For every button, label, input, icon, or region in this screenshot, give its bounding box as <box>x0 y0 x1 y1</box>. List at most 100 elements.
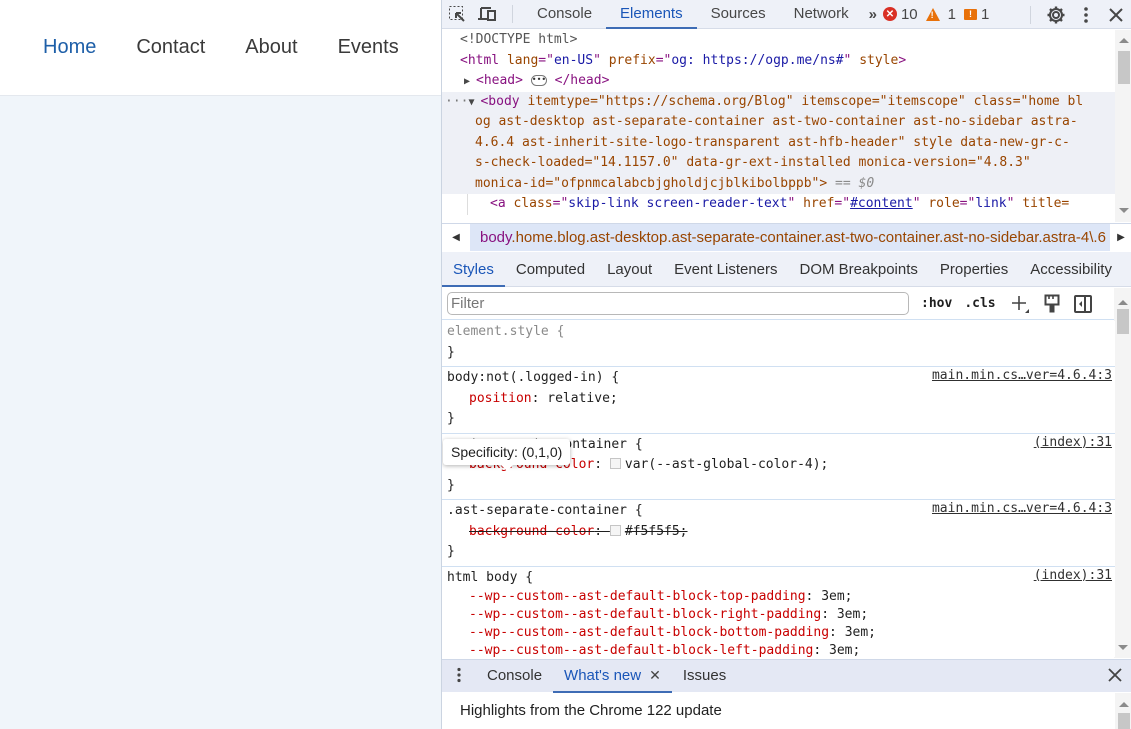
style-rule[interactable]: main.min.cs…ver=4.6.4:3 body:not(.logged… <box>442 367 1115 471</box>
style-property-overridden[interactable]: background-color: #f5f5f5; <box>447 522 1115 543</box>
attr-value: og: https://ogp.me/ns# <box>671 52 844 68</box>
styles-scrollbar[interactable] <box>1114 288 1131 658</box>
tab-sources[interactable]: Sources <box>697 0 780 29</box>
attr-value: en-US <box>553 52 594 68</box>
body-attrs-line-4: s-check-loaded="14.1157.0" data-gr-ext-i… <box>475 155 1031 170</box>
specificity-tooltip: Specificity: (0,1,0) <box>443 439 571 471</box>
rule-close-brace: } <box>447 477 455 493</box>
device-toolbar-icon[interactable] <box>472 0 502 29</box>
collapse-triangle-icon[interactable]: ▼ <box>468 93 480 114</box>
nav-link-contact[interactable]: Contact <box>136 36 205 59</box>
cls-toggle-button[interactable]: .cls <box>964 296 995 311</box>
styles-filter-input[interactable] <box>447 292 909 315</box>
devtools-toolbar: Console Elements Sources Network » ✕ 10 … <box>442 0 1131 29</box>
style-rule[interactable]: main.min.cs…ver=4.6.4:3 .ast-separate-co… <box>442 500 1115 567</box>
rule-source-link[interactable]: main.min.cs…ver=4.6.4:3 <box>932 501 1112 516</box>
styles-pane: element.style { } main.min.cs…ver=4.6.4:… <box>442 321 1115 657</box>
property-name: position <box>469 390 532 406</box>
subtab-layout[interactable]: Layout <box>596 252 663 287</box>
drawer-scrollbar[interactable] <box>1115 693 1131 729</box>
nav-link-home[interactable]: Home <box>43 36 96 59</box>
attr-name: style <box>859 52 899 68</box>
inspect-element-icon[interactable] <box>442 0 472 29</box>
sidebar-tabs: Styles Computed Layout Event Listeners D… <box>442 252 1131 287</box>
subtab-styles[interactable]: Styles <box>442 252 505 287</box>
style-rule[interactable]: (index):31 html body { --wp--custom--ast… <box>442 567 1115 658</box>
scroll-down-arrow-icon[interactable] <box>1119 208 1129 213</box>
dom-node-skip-link[interactable]: <a class="skip-link screen-reader-text" … <box>467 194 1131 215</box>
close-drawer-icon[interactable] <box>1098 660 1131 693</box>
rule-source-link[interactable]: main.min.cs…ver=4.6.4:3 <box>932 368 1112 383</box>
scroll-down-arrow-icon[interactable] <box>1118 645 1128 650</box>
subtab-properties[interactable]: Properties <box>929 252 1019 287</box>
selected-node-marker: == $0 <box>835 175 875 191</box>
style-rule-element-style[interactable]: element.style { } <box>442 321 1115 367</box>
property-value: 3em; <box>829 643 861 657</box>
expand-triangle-icon[interactable]: ▶ <box>464 72 476 93</box>
kebab-menu-icon[interactable] <box>1071 0 1101 29</box>
breadcrumb-classes: .home.blog.ast-desktop.ast-separate-cont… <box>511 229 1106 246</box>
scrollbar-thumb[interactable] <box>1118 51 1130 84</box>
dom-node-html[interactable]: <html lang="en-US" prefix="og: https://o… <box>442 51 1131 72</box>
drawer-tabs: Console What's new ✕ Issues <box>442 659 1131 693</box>
breadcrumb-scroll-right-icon[interactable]: ▶ <box>1110 223 1131 252</box>
style-property[interactable]: --wp--custom--ast-default-block-top-padd… <box>447 588 1115 606</box>
tab-elements[interactable]: Elements <box>606 0 697 29</box>
attr-name: prefix <box>608 52 656 68</box>
rule-close-brace: } <box>447 344 455 360</box>
breadcrumb-scroll-left-icon[interactable]: ◀ <box>442 223 470 252</box>
scroll-up-arrow-icon[interactable] <box>1118 300 1128 305</box>
drawer-tab-issues[interactable]: Issues <box>672 660 737 693</box>
subtab-computed[interactable]: Computed <box>505 252 596 287</box>
nav-link-events[interactable]: Events <box>338 36 399 59</box>
tab-network[interactable]: Network <box>780 0 863 29</box>
tab-console[interactable]: Console <box>523 0 606 29</box>
issues-count-badge[interactable]: ! 1 <box>964 6 989 23</box>
warning-count-badge[interactable]: ! 1 <box>925 6 956 23</box>
close-tab-icon[interactable]: ✕ <box>649 659 661 692</box>
collapsed-ellipsis-icon[interactable]: ••• <box>530 75 547 86</box>
style-property[interactable]: --wp--custom--ast-default-block-bottom-p… <box>447 624 1115 642</box>
new-style-rule-icon[interactable] <box>1010 294 1030 314</box>
close-icon[interactable] <box>1101 0 1131 29</box>
dom-node-doctype[interactable]: <!DOCTYPE html> <box>442 30 1131 51</box>
error-count-badge[interactable]: ✕ 10 <box>882 6 918 23</box>
rule-source-link[interactable]: (index):31 <box>1034 568 1112 583</box>
hov-toggle-button[interactable]: :hov <box>921 296 952 311</box>
color-swatch[interactable] <box>609 458 621 469</box>
style-property[interactable]: --wp--custom--ast-default-block-right-pa… <box>447 606 1115 624</box>
dom-node-body-cont[interactable]: monica-id="ofpnmcalabcbjgholdjcjblkibolb… <box>442 173 1131 194</box>
paint-brush-icon[interactable] <box>1044 294 1060 314</box>
color-swatch[interactable] <box>609 524 621 536</box>
toggle-sidebar-icon[interactable] <box>1073 294 1092 313</box>
nav-link-about[interactable]: About <box>245 36 297 59</box>
style-property[interactable]: position: relative; <box>447 389 1115 410</box>
more-tabs-chevron-icon[interactable]: » <box>863 6 883 23</box>
dom-scrollbar[interactable] <box>1115 30 1131 222</box>
drawer-tab-whats-new[interactable]: What's new ✕ <box>553 660 672 693</box>
subtab-dom-breakpoints[interactable]: DOM Breakpoints <box>789 252 929 287</box>
dom-node-head[interactable]: ▶ <head> ••• </head> <box>442 71 1131 92</box>
drawer-menu-icon[interactable] <box>442 660 476 693</box>
subtab-accessibility[interactable]: Accessibility <box>1019 252 1123 287</box>
attr-value: skip-link screen-reader-text <box>568 196 788 211</box>
error-icon: ✕ <box>882 7 897 21</box>
gear-icon[interactable] <box>1041 0 1071 29</box>
style-property[interactable]: --wp--custom--ast-default-block-left-pad… <box>447 642 1115 657</box>
scrollbar-thumb[interactable] <box>1118 713 1130 729</box>
rule-selector: element.style { <box>447 324 565 339</box>
dom-node-body[interactable]: ···▼ <body itemtype="https://schema.org/B… <box>442 91 1131 114</box>
node-actions-ellipsis-icon[interactable]: ··· <box>445 94 468 109</box>
href-link[interactable]: #content <box>850 196 913 211</box>
scrollbar-thumb[interactable] <box>1117 309 1129 334</box>
scroll-up-arrow-icon[interactable] <box>1119 702 1129 707</box>
rule-source-link[interactable]: (index):31 <box>1034 435 1112 450</box>
breadcrumb-item-body[interactable]: body.home.blog.ast-desktop.ast-separate-… <box>470 229 1110 246</box>
property-value: 3em; <box>821 589 853 604</box>
scroll-up-arrow-icon[interactable] <box>1119 38 1129 43</box>
drawer-tab-console[interactable]: Console <box>476 660 553 693</box>
dom-node-body-cont[interactable]: og ast-desktop ast-separate-container as… <box>442 112 1131 133</box>
dom-node-body-cont[interactable]: 4.6.4 ast-inherit-site-logo-transparent … <box>442 132 1131 153</box>
dom-node-body-cont[interactable]: s-check-loaded="14.1157.0" data-gr-ext-i… <box>442 153 1131 174</box>
subtab-event-listeners[interactable]: Event Listeners <box>663 252 788 287</box>
